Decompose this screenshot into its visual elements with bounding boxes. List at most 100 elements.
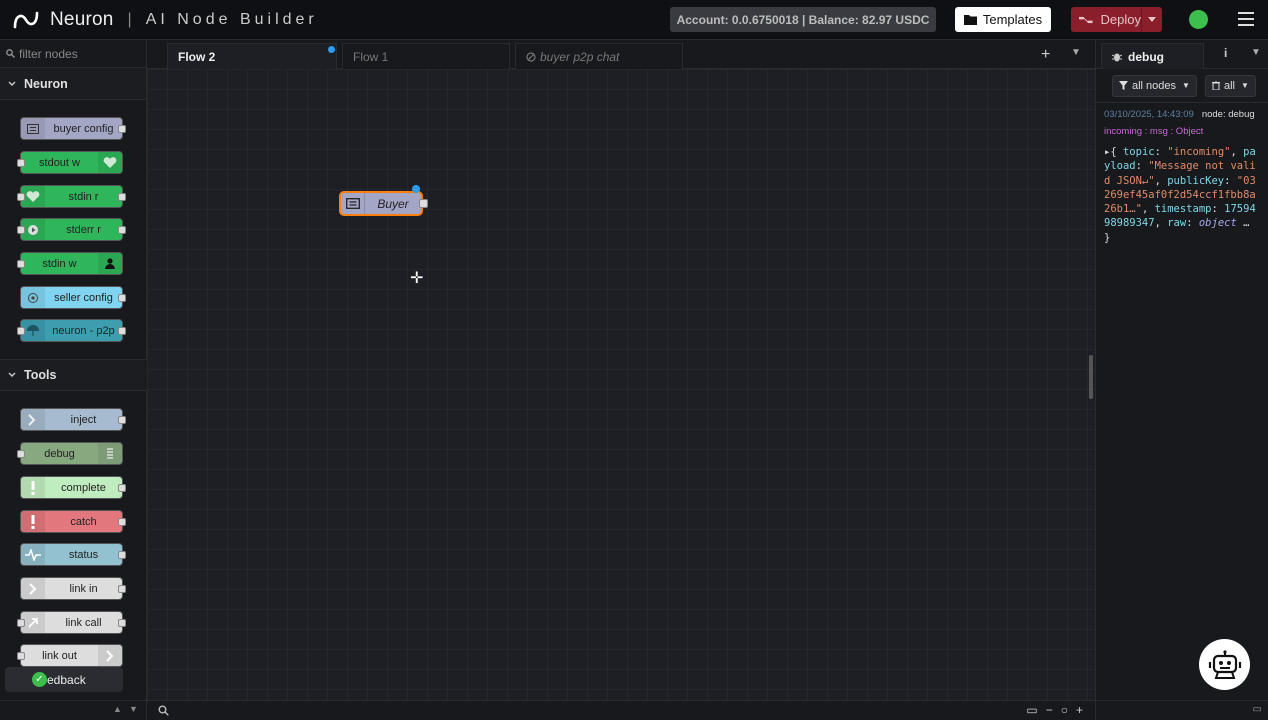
zoom-in-icon[interactable]: + <box>1076 703 1083 717</box>
palette-node-stdin-w[interactable]: stdin w <box>17 252 123 275</box>
palette-node-complete[interactable]: complete <box>20 476 126 499</box>
tab-list-caret-icon[interactable]: ▼ <box>1071 47 1081 58</box>
pulse-icon <box>21 544 45 565</box>
feedback-button[interactable]: Feedback <box>5 667 123 692</box>
target-icon <box>21 287 45 308</box>
node-label: Buyer <box>377 196 409 211</box>
tab-buyer-p2p-chat[interactable]: buyer p2p chat <box>515 43 683 69</box>
palette-node-catch[interactable]: catch <box>20 510 126 533</box>
input-port[interactable] <box>17 159 25 167</box>
palette-node-link-in[interactable]: link in <box>20 577 126 600</box>
node-label: stderr r <box>66 223 101 236</box>
flow-canvas[interactable]: Buyer ✛ <box>147 69 1095 700</box>
palette-node-seller-config[interactable]: seller config <box>20 286 126 309</box>
palette-node-link-out[interactable]: link out <box>17 644 123 667</box>
deploy-main[interactable]: Deploy <box>1071 12 1141 27</box>
node-label: stdin r <box>68 190 99 203</box>
map-icon[interactable]: ▭ <box>1026 703 1037 717</box>
canvas-scrollbar[interactable] <box>1089 355 1093 399</box>
node-label: status <box>68 548 99 561</box>
clear-label: all <box>1223 79 1235 92</box>
caret-down-icon: ▼ <box>1182 81 1190 90</box>
palette-node-stderr-r[interactable]: stderr r <box>17 218 126 241</box>
palette-node-buyer-config[interactable]: buyer config <box>20 117 126 140</box>
output-port[interactable] <box>118 484 126 492</box>
user-icon <box>98 253 122 274</box>
zoom-out-icon[interactable]: − <box>1046 703 1053 717</box>
tab-debug[interactable]: debug <box>1101 43 1204 69</box>
assistant-bot-button[interactable] <box>1199 639 1250 690</box>
expand-caret-icon[interactable]: ▸ <box>1104 146 1110 158</box>
filter-nodes-dropdown[interactable]: all nodes ▼ <box>1112 74 1197 97</box>
palette-node-neuron-p2p[interactable]: neuron - p2p <box>17 319 126 342</box>
flow-node-buyer[interactable]: Buyer <box>339 191 423 216</box>
input-port[interactable] <box>17 327 25 335</box>
deploy-button[interactable]: Deploy <box>1071 7 1162 32</box>
heart-icon <box>98 152 122 173</box>
list-icon <box>98 443 122 464</box>
palette-node-inject[interactable]: inject <box>20 408 126 431</box>
connection-status-indicator <box>1189 10 1208 29</box>
monitor-icon[interactable]: ▭ <box>1253 704 1262 715</box>
node-label: link in <box>69 582 98 595</box>
info-icon[interactable]: i <box>1224 46 1227 60</box>
filter-nodes-input[interactable]: filter nodes <box>0 40 146 68</box>
output-port[interactable] <box>118 585 126 593</box>
output-port[interactable] <box>118 125 126 133</box>
input-port[interactable] <box>17 260 25 268</box>
palette-node-link-call[interactable]: link call <box>17 611 126 634</box>
config-icon <box>341 193 365 214</box>
deploy-menu-caret[interactable] <box>1141 7 1162 32</box>
sidebar-menu-caret-icon[interactable]: ▼ <box>1251 47 1261 58</box>
node-label: link out <box>42 649 77 662</box>
input-port[interactable] <box>17 193 25 201</box>
message-timestamp: 03/10/2025, 14:43:09 <box>1104 109 1194 120</box>
category-header-tools[interactable]: Tools <box>0 359 147 391</box>
zoom-reset-icon[interactable]: ○ <box>1061 703 1068 717</box>
node-label: buyer config <box>53 122 114 135</box>
palette-node-stdout-w[interactable]: stdout w <box>17 151 123 174</box>
message-node[interactable]: node: debug <box>1202 109 1255 120</box>
tab-label: debug <box>1128 49 1164 64</box>
palette-footer: ▲ ▼ <box>0 700 147 720</box>
output-port[interactable] <box>118 193 126 201</box>
templates-label: Templates <box>982 12 1043 27</box>
input-port[interactable] <box>17 450 25 458</box>
output-port[interactable] <box>118 294 126 302</box>
clear-messages-dropdown[interactable]: all ▼ <box>1204 74 1256 97</box>
node-label: inject <box>70 413 97 426</box>
palette-node-status[interactable]: status <box>20 543 126 566</box>
output-port[interactable] <box>118 551 126 559</box>
templates-button[interactable]: Templates <box>955 7 1051 32</box>
caret-down-icon: ▼ <box>1240 81 1249 90</box>
debug-message: 03/10/2025, 14:43:09 node: debug incomin… <box>1096 103 1268 251</box>
message-payload[interactable]: ▸{ topic: "incoming", payload: "Message … <box>1104 145 1260 245</box>
unsaved-changes-indicator <box>328 46 335 53</box>
output-port[interactable] <box>118 327 126 335</box>
deploy-label: Deploy <box>1100 12 1141 27</box>
output-port[interactable] <box>419 199 428 208</box>
account-balance: Account: 0.0.6750018 | Balance: 82.97 US… <box>670 7 936 32</box>
logo: Neuron | AI Node Builder <box>12 9 318 31</box>
config-icon <box>21 118 45 139</box>
output-port[interactable] <box>118 416 126 424</box>
tab-flow-1[interactable]: Flow 1 <box>342 43 510 69</box>
input-port[interactable] <box>17 226 25 234</box>
add-flow-icon[interactable]: + <box>1041 46 1050 64</box>
output-port[interactable] <box>118 619 126 627</box>
search-icon[interactable] <box>158 705 169 716</box>
category-label: Neuron <box>24 76 68 91</box>
input-port[interactable] <box>17 619 25 627</box>
hamburger-menu-icon[interactable] <box>1238 12 1254 26</box>
output-port[interactable] <box>118 518 126 526</box>
palette-node-debug[interactable]: debug <box>17 442 123 465</box>
category-header-neuron[interactable]: Neuron <box>0 68 146 100</box>
collapse-all-icon[interactable]: ▲ <box>113 704 122 714</box>
trash-icon <box>1211 81 1220 90</box>
palette-node-stdin-r[interactable]: stdin r <box>17 185 126 208</box>
tab-flow-2[interactable]: Flow 2 <box>167 43 337 69</box>
output-port[interactable] <box>118 226 126 234</box>
input-port[interactable] <box>17 652 25 660</box>
expand-all-icon[interactable]: ▼ <box>129 704 138 714</box>
check-circle-icon: ✓ <box>32 672 47 687</box>
